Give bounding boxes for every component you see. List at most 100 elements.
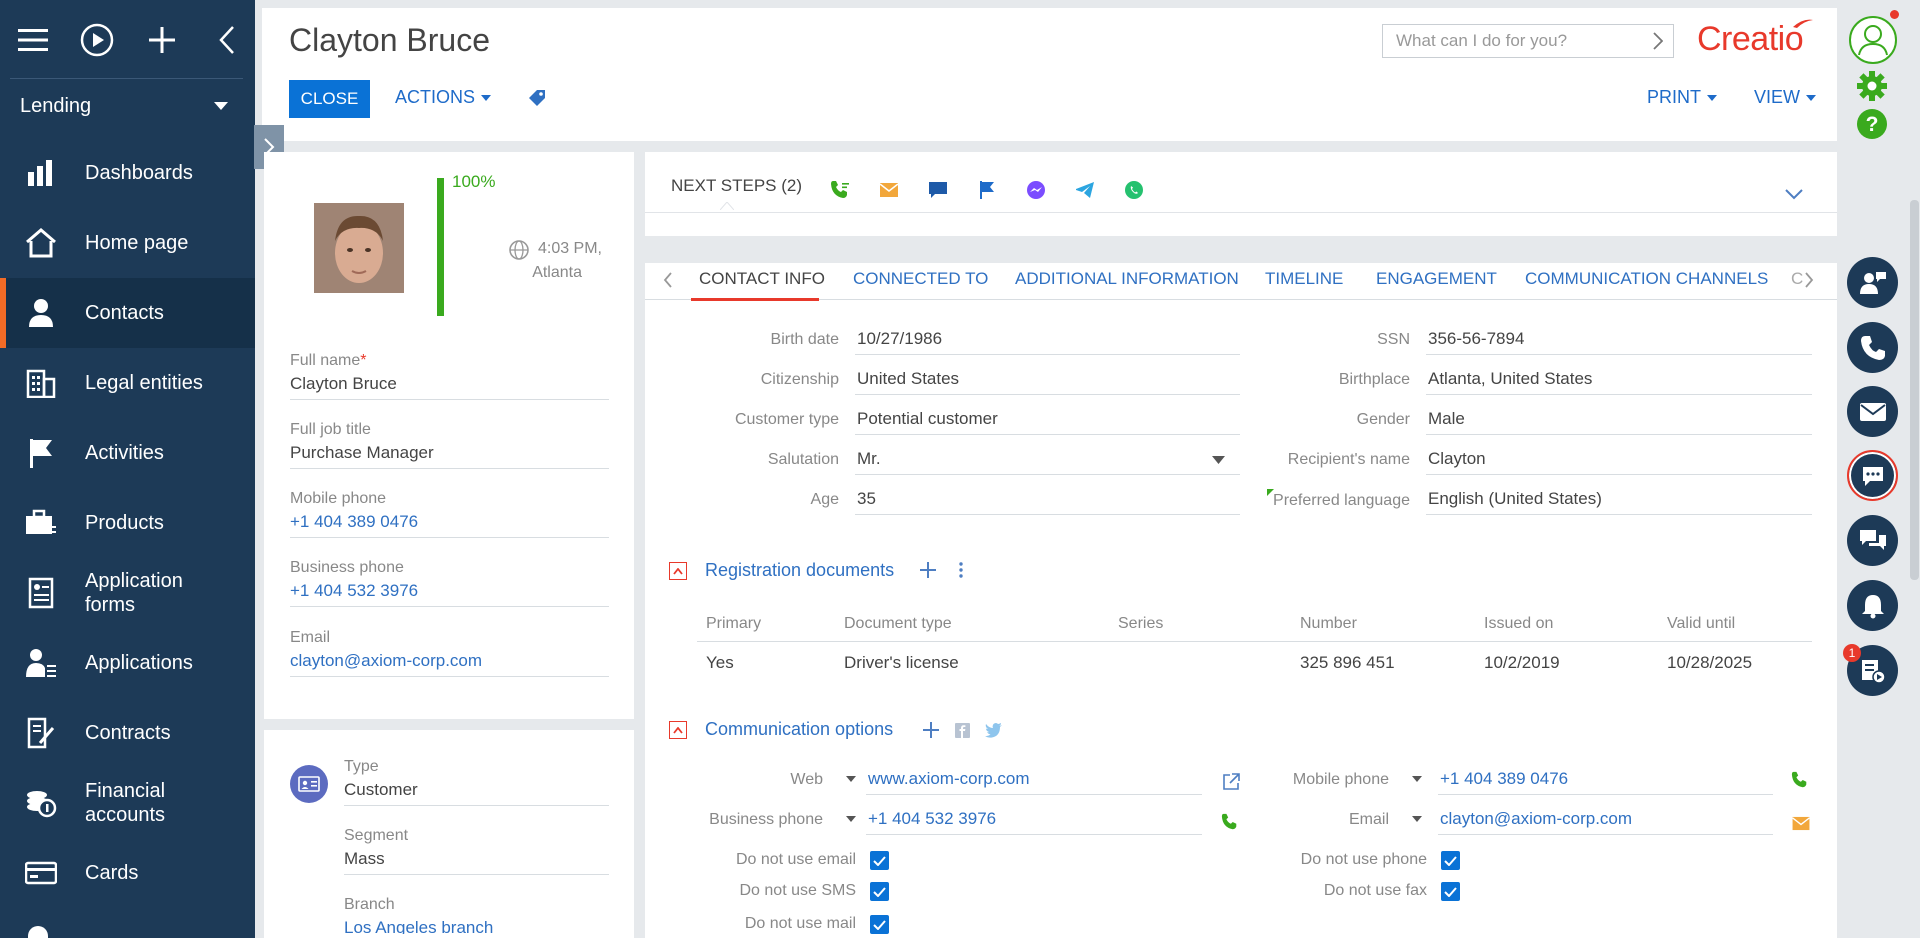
notifications-button[interactable]	[1847, 580, 1898, 631]
sidebar-item-financial-accounts[interactable]: Financial accounts	[0, 768, 255, 838]
email-value[interactable]: clayton@axiom-corp.com	[290, 647, 609, 677]
email-button[interactable]	[1847, 386, 1898, 437]
full-name-value[interactable]: Clayton Bruce	[290, 370, 609, 400]
sidebar-item-applications[interactable]: Applications	[0, 628, 255, 698]
search-input[interactable]: What can I do for you?	[1382, 24, 1674, 58]
branch-field[interactable]: Branch Los Angeles branch	[344, 896, 609, 934]
sidebar-item-dashboards[interactable]: Dashboards	[0, 138, 255, 208]
gender-field[interactable]: Male	[1426, 405, 1812, 435]
email-field[interactable]: Email clayton@axiom-corp.com	[290, 629, 609, 677]
sidebar-item-cards[interactable]: Cards	[0, 838, 255, 908]
sidebar-item-contracts[interactable]: Contracts	[0, 698, 255, 768]
chevron-down-icon[interactable]	[1412, 776, 1422, 782]
business-phone-label[interactable]: Business phone	[655, 811, 845, 829]
mobile-phone-value[interactable]: +1 404 389 0476	[290, 508, 609, 538]
chevron-down-icon[interactable]	[1784, 188, 1804, 200]
messenger-icon[interactable]	[1025, 179, 1047, 201]
chevron-right-icon[interactable]	[1653, 32, 1663, 50]
sidebar-item-contacts[interactable]: Contacts	[0, 278, 255, 348]
sidebar-item-application-forms[interactable]: Application forms	[0, 558, 255, 628]
tab-engagement[interactable]: ENGAGEMENT	[1376, 269, 1497, 289]
agent-desktop-button[interactable]	[1847, 257, 1898, 308]
recipient-name-field[interactable]: Clayton	[1426, 445, 1812, 475]
tabs-scroll-right-icon[interactable]	[1804, 271, 1814, 289]
tab-connected-to[interactable]: CONNECTED TO	[853, 269, 988, 289]
telegram-icon[interactable]	[1074, 179, 1096, 201]
workspace-selector[interactable]: Lending	[10, 88, 242, 124]
job-title-value[interactable]: Purchase Manager	[290, 439, 609, 469]
message-icon[interactable]	[927, 179, 949, 201]
column-header[interactable]: Primary	[706, 615, 761, 633]
contact-photo[interactable]	[314, 203, 404, 293]
user-profile-icon[interactable]	[1848, 15, 1898, 65]
job-title-field[interactable]: Full job title Purchase Manager	[290, 421, 609, 469]
birthplace-field[interactable]: Atlanta, United States	[1426, 365, 1812, 395]
email-comm-field[interactable]: clayton@axiom-corp.com	[1438, 805, 1773, 835]
table-row[interactable]: Yes Driver's license 325 896 451 10/2/20…	[697, 645, 1812, 681]
collapse-section-icon[interactable]	[669, 562, 687, 580]
chevron-down-icon[interactable]	[1212, 456, 1225, 464]
registration-documents-title[interactable]: Registration documents	[705, 560, 894, 581]
mobile-phone-field[interactable]: Mobile phone +1 404 389 0476	[290, 490, 609, 538]
help-icon[interactable]: ?	[1856, 108, 1888, 140]
do-not-use-email-checkbox[interactable]	[870, 851, 889, 870]
tab-contact-info[interactable]: CONTACT INFO	[699, 269, 825, 289]
branch-value[interactable]: Los Angeles branch	[344, 914, 609, 934]
column-header[interactable]: Number	[1300, 615, 1357, 633]
do-not-use-sms-checkbox[interactable]	[870, 882, 889, 901]
chevron-down-icon[interactable]	[846, 816, 856, 822]
task-flag-icon[interactable]	[976, 179, 998, 201]
column-header[interactable]: Valid until	[1667, 615, 1735, 633]
mobile-phone-comm-label[interactable]: Mobile phone	[1226, 771, 1411, 789]
gear-icon[interactable]	[1856, 70, 1888, 102]
business-phone-field[interactable]: Business phone +1 404 532 3976	[290, 559, 609, 607]
do-not-use-fax-checkbox[interactable]	[1441, 882, 1460, 901]
collapse-icon[interactable]	[207, 20, 247, 60]
collapse-section-icon[interactable]	[669, 721, 687, 739]
column-header[interactable]: Issued on	[1484, 615, 1553, 633]
column-header[interactable]: Document type	[844, 615, 952, 633]
tab-timeline[interactable]: TIMELINE	[1265, 269, 1343, 289]
business-phone-value[interactable]: +1 404 532 3976	[290, 577, 609, 607]
twitter-icon[interactable]	[985, 723, 1003, 738]
type-value[interactable]: Customer	[344, 776, 609, 806]
menu-icon[interactable]	[13, 20, 53, 60]
tabs-scroll-left-icon[interactable]	[663, 271, 673, 289]
whatsapp-icon[interactable]	[1123, 179, 1145, 201]
email-comm-label[interactable]: Email	[1226, 811, 1411, 829]
chevron-down-icon[interactable]	[846, 776, 856, 782]
preferred-language-field[interactable]: English (United States)	[1426, 485, 1812, 515]
full-name-field[interactable]: Full name* Clayton Bruce	[290, 352, 609, 400]
sidebar-item-products[interactable]: Products	[0, 488, 255, 558]
facebook-icon[interactable]	[955, 723, 970, 738]
tab-truncated[interactable]: C	[1791, 269, 1803, 289]
more-options-icon[interactable]	[958, 561, 964, 579]
add-icon[interactable]	[922, 721, 940, 739]
do-not-use-mail-checkbox[interactable]	[870, 915, 889, 934]
type-field[interactable]: Type Customer	[344, 758, 609, 806]
view-button[interactable]: VIEW	[1754, 87, 1817, 108]
business-phone-comm-field[interactable]: +1 404 532 3976	[866, 805, 1202, 835]
web-label[interactable]: Web	[655, 771, 845, 789]
age-field[interactable]: 35	[855, 485, 1240, 515]
ssn-field[interactable]: 356-56-7894	[1426, 325, 1812, 355]
print-button[interactable]: PRINT	[1647, 87, 1717, 108]
segment-value[interactable]: Mass	[344, 845, 609, 875]
birth-date-field[interactable]: 10/27/1986	[855, 325, 1240, 355]
email-icon[interactable]	[878, 179, 900, 201]
phone-button[interactable]	[1847, 322, 1898, 373]
email-icon[interactable]	[1791, 816, 1811, 831]
customer-type-field[interactable]: Potential customer	[855, 405, 1240, 435]
feed-button[interactable]	[1847, 515, 1898, 566]
actions-button[interactable]: ACTIONS	[395, 87, 492, 108]
close-button[interactable]: CLOSE	[289, 80, 370, 118]
salutation-select[interactable]: Mr.	[855, 445, 1240, 475]
next-steps-title[interactable]: NEXT STEPS (2)	[671, 176, 802, 196]
scrollbar[interactable]	[1910, 200, 1919, 580]
sidebar-item-home-page[interactable]: Home page	[0, 208, 255, 278]
communication-options-title[interactable]: Communication options	[705, 719, 893, 740]
sidebar-item-activities[interactable]: Activities	[0, 418, 255, 488]
sidebar-item-legal-entities[interactable]: Legal entities	[0, 348, 255, 418]
tab-communication-channels[interactable]: COMMUNICATION CHANNELS	[1525, 269, 1768, 289]
add-icon[interactable]	[919, 561, 937, 579]
